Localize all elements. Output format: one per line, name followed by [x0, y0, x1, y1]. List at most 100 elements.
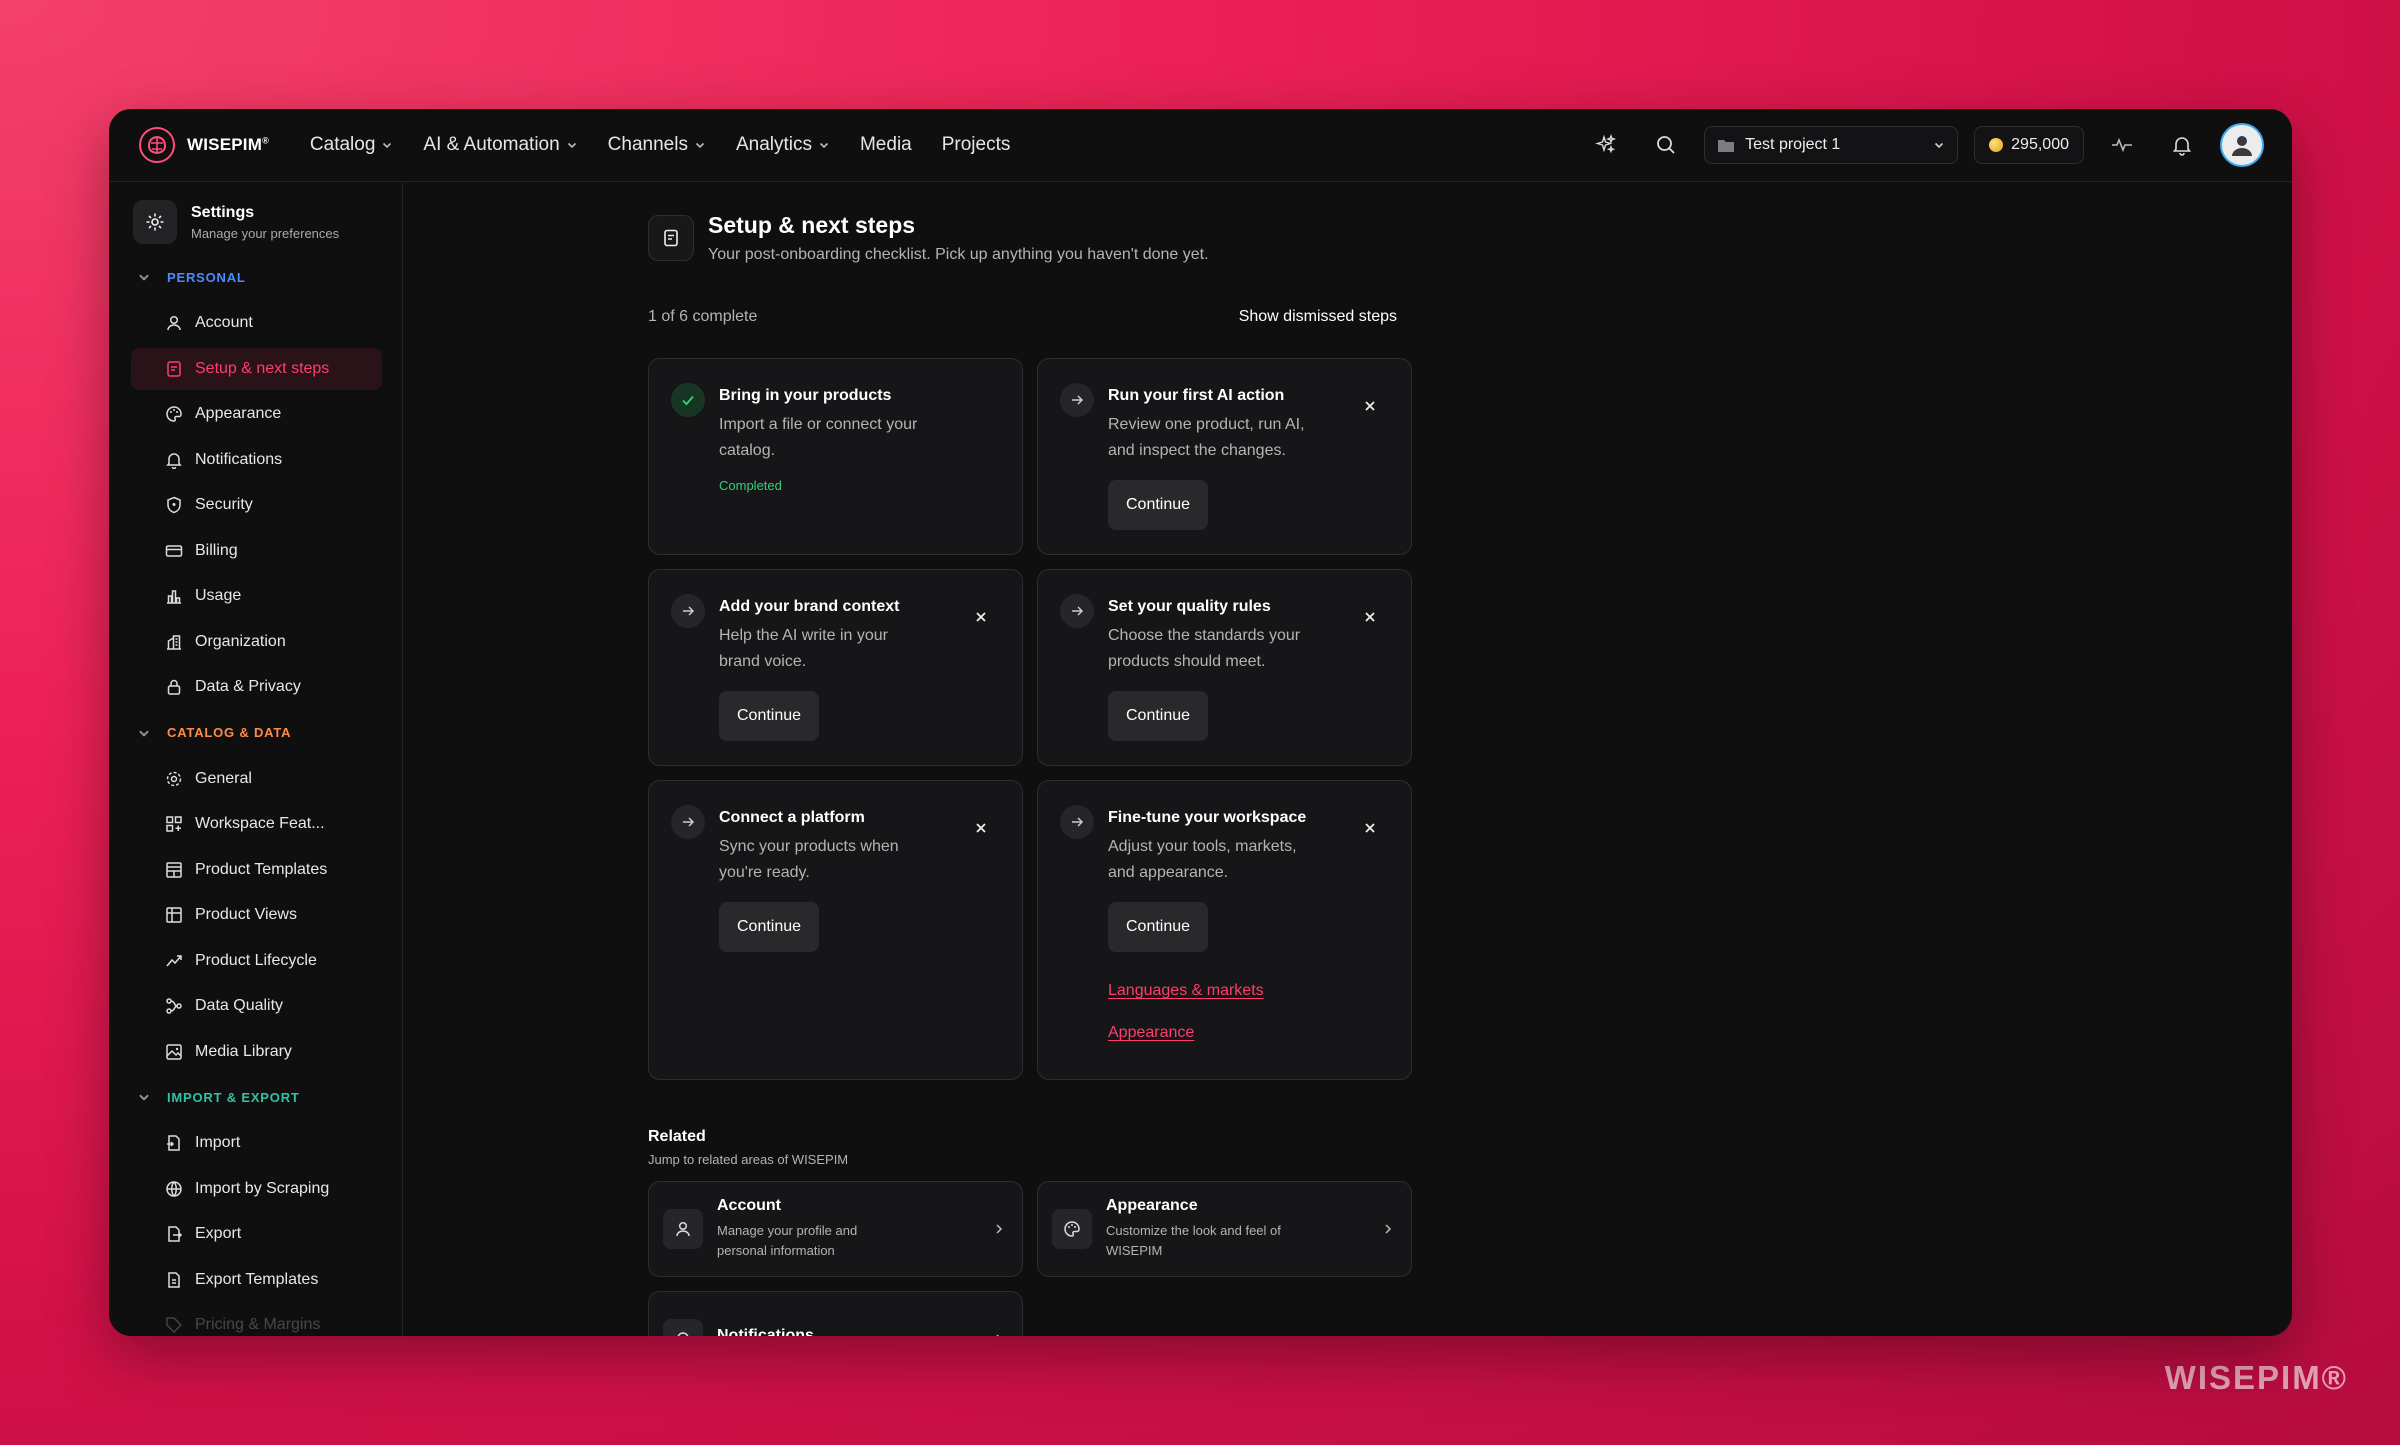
main-content: Setup & next steps Your post-onboarding … [403, 182, 2292, 1336]
chevron-down-icon [139, 1094, 149, 1101]
step-description: Choose the standards your products shoul… [1108, 627, 1301, 670]
app-window: WISEPIM® Catalog AI & Automation Channel… [109, 109, 2292, 1336]
user-icon [167, 315, 181, 331]
sidebar-item-import-by-scraping[interactable]: Import by Scraping [131, 1168, 382, 1210]
credits-badge[interactable]: 295,000 [1974, 126, 2084, 164]
sidebar-item-notifications[interactable]: Notifications [131, 439, 382, 481]
notifications-button[interactable] [2160, 123, 2204, 167]
section-personal-toggle[interactable]: PERSONAL [133, 266, 382, 288]
sidebar-item-workspace-features[interactable]: Workspace Feat... [131, 803, 382, 845]
step-description: Sync your products when you're ready. [719, 838, 899, 881]
section-catalog-data-toggle[interactable]: CATALOG & DATA [133, 722, 382, 744]
step-description: Review one product, run AI, and inspect … [1108, 416, 1305, 459]
nav-catalog[interactable]: Catalog [295, 134, 409, 156]
settings-subtitle: Manage your preferences [191, 225, 340, 241]
ai-sparkle-button[interactable] [1584, 123, 1628, 167]
sidebar-item-data-quality[interactable]: Data Quality [131, 985, 382, 1027]
folder-icon [1718, 140, 1735, 152]
project-selector[interactable]: Test project 1 [1704, 126, 1959, 164]
sidebar-item-media-library[interactable]: Media Library [131, 1031, 382, 1073]
chevron-down-icon [819, 142, 829, 149]
sidebar-item-export[interactable]: Export [131, 1213, 382, 1255]
nav-ai-automation[interactable]: AI & Automation [408, 134, 592, 156]
related-card-title: Notifications [717, 1327, 814, 1336]
sidebar-item-appearance[interactable]: Appearance [131, 393, 382, 435]
sidebar-item-pricing-margins[interactable]: Pricing & Margins [131, 1304, 382, 1336]
arrow-right-icon [1060, 805, 1094, 839]
sidebar-item-product-templates[interactable]: Product Templates [131, 849, 382, 891]
sidebar-item-import[interactable]: Import [131, 1122, 382, 1164]
sidebar-item-export-templates[interactable]: Export Templates [131, 1259, 382, 1301]
file-import-icon [167, 1135, 180, 1151]
continue-button[interactable]: Continue [1108, 480, 1209, 530]
nav-right-controls: Test project 1 295,000 [1584, 123, 2264, 167]
nav-media[interactable]: Media [845, 134, 927, 156]
sidebar-item-organization[interactable]: Organization [131, 621, 382, 663]
sidebar-item-general[interactable]: General [131, 758, 382, 800]
dismiss-step-button[interactable] [1359, 395, 1381, 417]
step-title: Run your first AI action [1108, 387, 1285, 404]
continue-button[interactable]: Continue [719, 902, 820, 952]
nav-channels[interactable]: Channels [593, 134, 721, 156]
dismiss-step-button[interactable] [1359, 606, 1381, 628]
lock-icon [167, 679, 181, 695]
trend-icon [166, 954, 182, 966]
search-button[interactable] [1644, 123, 1688, 167]
top-navigation: WISEPIM® Catalog AI & Automation Channel… [109, 109, 2292, 182]
related-card-notifications[interactable]: Notifications [648, 1291, 1023, 1336]
related-title: Related [648, 1128, 706, 1145]
chevron-down-icon [1935, 142, 1944, 149]
template-icon [166, 861, 182, 878]
dismiss-step-button[interactable] [970, 606, 992, 628]
sidebar-item-setup-next-steps[interactable]: Setup & next steps [131, 347, 382, 390]
nav-projects[interactable]: Projects [927, 134, 1026, 156]
related-card-appearance[interactable]: Appearance Customize the look and feel o… [1037, 1181, 1412, 1277]
dismiss-step-button[interactable] [970, 817, 992, 839]
chevron-right-icon [996, 1334, 1000, 1336]
globe-icon [166, 1180, 182, 1197]
related-card-description: Customize the look and feel of WISEPIM [1106, 1223, 1281, 1258]
check-icon [671, 383, 705, 417]
dismiss-step-button[interactable] [1359, 817, 1381, 839]
related-section: Related Jump to related areas of WISEPIM… [648, 1128, 1412, 1336]
nav-analytics[interactable]: Analytics [721, 134, 845, 156]
step-card-fine-tune-workspace: Fine-tune your workspace Adjust your too… [1037, 780, 1412, 1080]
section-label-personal: PERSONAL [167, 269, 246, 285]
chevron-down-icon [383, 142, 392, 149]
chevron-down-icon [695, 142, 705, 149]
user-icon [663, 1209, 703, 1249]
brand-watermark: WISEPIM® [2164, 1359, 2348, 1396]
sidebar-item-product-views[interactable]: Product Views [131, 894, 382, 936]
logo[interactable]: WISEPIM® [137, 125, 269, 165]
continue-button[interactable]: Continue [1108, 902, 1209, 952]
bell-icon [166, 452, 182, 469]
user-avatar[interactable] [2220, 123, 2264, 167]
step-title: Add your brand context [719, 598, 900, 615]
grid-plus-icon [166, 816, 182, 832]
sidebar-item-billing[interactable]: Billing [131, 530, 382, 572]
sidebar-item-data-privacy[interactable]: Data & Privacy [131, 666, 382, 708]
building-icon [167, 634, 181, 650]
file-export-icon [168, 1226, 183, 1242]
sidebar-item-security[interactable]: Security [131, 484, 382, 526]
chevron-down-icon [139, 274, 149, 281]
step-title: Connect a platform [719, 809, 865, 826]
step-title: Bring in your products [719, 387, 892, 404]
sidebar-item-usage[interactable]: Usage [131, 575, 382, 617]
continue-button[interactable]: Continue [1108, 691, 1209, 741]
step-description: Help the AI write in your brand voice. [719, 627, 888, 670]
link-appearance[interactable]: Appearance [1108, 1024, 1389, 1042]
sidebar-item-account[interactable]: Account [131, 302, 382, 344]
section-import-export-toggle[interactable]: IMPORT & EXPORT [133, 1086, 382, 1108]
sidebar-item-product-lifecycle[interactable]: Product Lifecycle [131, 940, 382, 982]
file-template-icon [168, 1271, 180, 1288]
show-dismissed-button[interactable]: Show dismissed steps [1239, 308, 1397, 326]
credit-card-icon [165, 544, 183, 557]
related-card-account[interactable]: Account Manage your profile and personal… [648, 1181, 1023, 1277]
activity-button[interactable] [2100, 123, 2144, 167]
brain-logo-icon [139, 127, 175, 163]
progress-text: 1 of 6 complete [648, 308, 758, 325]
related-subtitle: Jump to related areas of WISEPIM [648, 1152, 849, 1167]
continue-button[interactable]: Continue [719, 691, 820, 741]
link-languages-markets[interactable]: Languages & markets [1108, 982, 1389, 1000]
